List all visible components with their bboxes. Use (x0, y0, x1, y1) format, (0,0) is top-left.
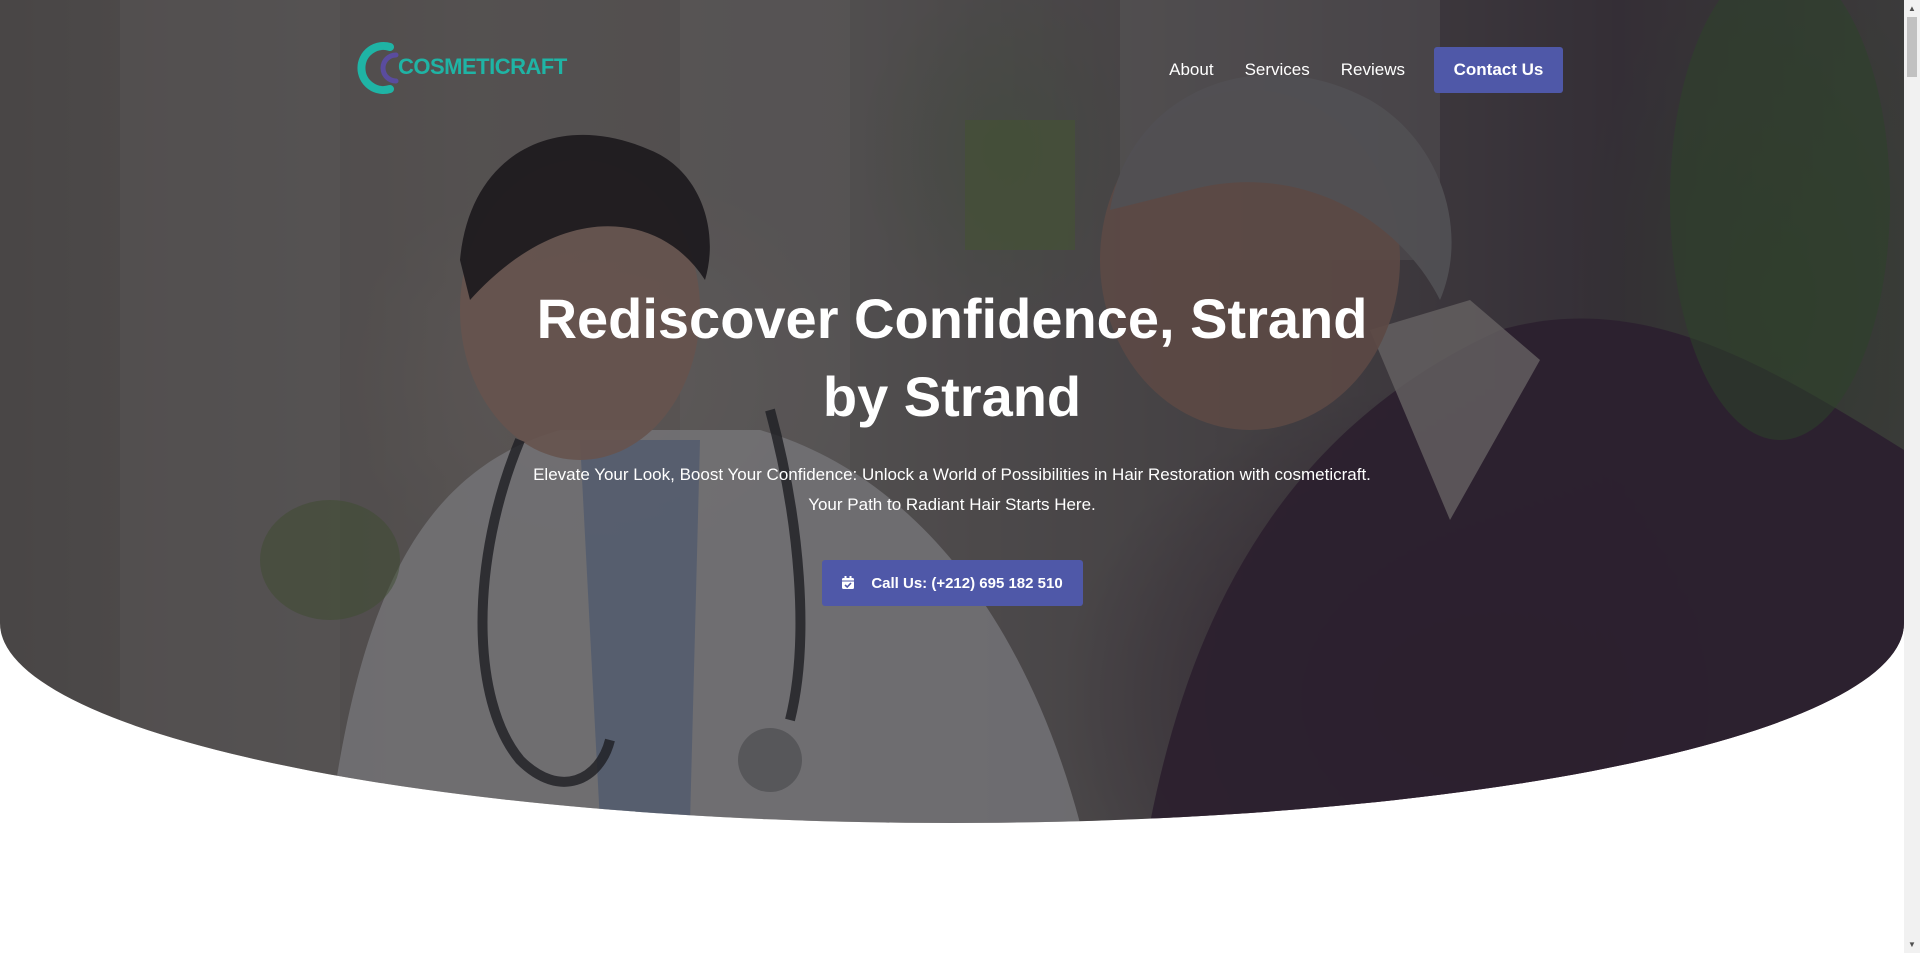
scroll-down-icon[interactable]: ▼ (1904, 936, 1920, 953)
nav-services-link[interactable]: Services (1245, 60, 1310, 80)
page-scrollbar[interactable]: ▲ ▼ (1904, 0, 1920, 953)
call-us-button[interactable]: Call Us: (+212) 695 182 510 (821, 560, 1083, 606)
nav-about-link[interactable]: About (1169, 60, 1213, 80)
site-header: COSMETICRAFT About Services Reviews Cont… (0, 0, 1904, 140)
call-us-label: Call Us: (+212) 695 182 510 (871, 574, 1063, 592)
contact-us-button[interactable]: Contact Us (1434, 47, 1563, 93)
hero-title: Rediscover Confidence, Strand by Strand (536, 287, 1368, 428)
brand-name: COSMETICRAFT (398, 54, 567, 79)
hero-content: Rediscover Confidence, Strand by Strand … (0, 280, 1904, 606)
calendar-check-icon (841, 576, 855, 590)
scroll-up-icon[interactable]: ▲ (1904, 0, 1920, 17)
landing-page: COSMETICRAFT About Services Reviews Cont… (0, 0, 1920, 953)
main-nav: About Services Reviews Contact Us (1169, 47, 1563, 93)
scrollbar-thumb[interactable] (1907, 17, 1917, 77)
logo-icon (356, 39, 406, 97)
hero-subtitle: Elevate Your Look, Boost Your Confidence… (533, 465, 1371, 514)
brand-logo[interactable]: COSMETICRAFT (356, 38, 567, 98)
nav-reviews-link[interactable]: Reviews (1341, 60, 1405, 80)
